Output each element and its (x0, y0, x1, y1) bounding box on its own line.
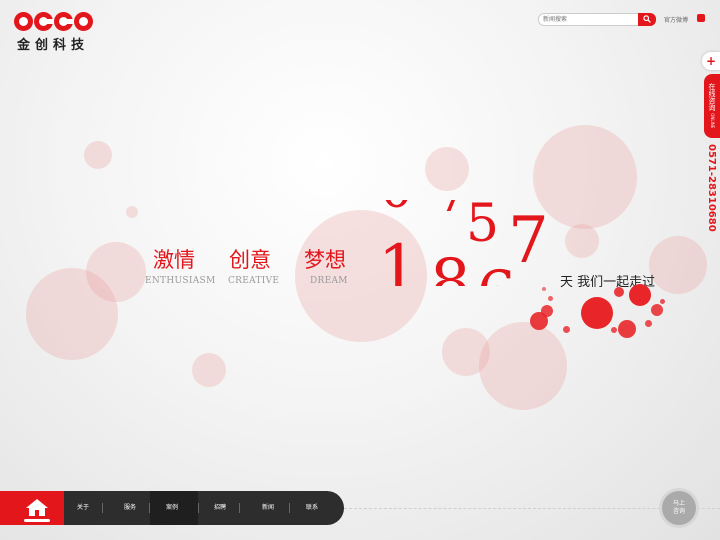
counter-digit: 7 (436, 200, 469, 224)
search-input[interactable] (538, 13, 642, 26)
consult-line2: 咨询 (672, 508, 685, 515)
search-button[interactable] (638, 13, 656, 26)
online-consult-tab[interactable]: 在线咨询 ONLINE (704, 74, 720, 138)
slogan-passion-en: ENTHUSIASM (145, 276, 216, 286)
online-consult-label-en: ONLINE (710, 113, 715, 129)
decor-dot (541, 305, 553, 317)
bg-bubble (425, 147, 469, 191)
logo-mark-c2 (54, 12, 74, 31)
slogan-dream-en: DREAM (310, 276, 348, 286)
decor-dot (611, 327, 617, 333)
bg-bubble (192, 353, 226, 387)
logo-mark-c (34, 12, 54, 31)
nav-divider (102, 503, 103, 513)
decor-dot (660, 299, 665, 304)
decor-dot (614, 287, 624, 297)
decor-dot (542, 287, 546, 291)
brand-logo[interactable]: 金创科技 (14, 12, 98, 53)
logo-mark (14, 12, 98, 31)
decor-dot (618, 320, 636, 338)
logo-mark-k (14, 12, 33, 31)
counter-digit: 5 (466, 200, 500, 254)
decor-dot (645, 320, 652, 327)
slogan-passion: 激情 (153, 248, 195, 272)
phone-number: 0571-28310680 (706, 144, 717, 232)
bg-bubble (84, 141, 112, 169)
nav-item-services[interactable]: 服务 (124, 491, 136, 525)
counter-digit: 6 (476, 258, 517, 286)
consult-now-label: 马上 咨询 (673, 500, 685, 516)
logo-mark-n (74, 12, 93, 31)
nav-item-contact[interactable]: 联系 (306, 491, 318, 525)
consult-line1: 马上 (672, 500, 685, 507)
nav-item-news[interactable]: 新闻 (262, 491, 274, 525)
brand-name: 金创科技 (17, 38, 90, 53)
online-consult-label: 在线咨询 (708, 83, 716, 112)
decor-dot (629, 284, 651, 306)
bg-bubble (126, 206, 138, 218)
day-counter: 0 7 5 7 1 8 6 (370, 200, 560, 286)
bg-bubble (649, 236, 707, 294)
nav-item-cases[interactable]: 案例 (166, 491, 178, 525)
slogan-dream: 梦想 (304, 248, 346, 272)
online-consult-panel: + 在线咨询 ONLINE 0571-28310680 (702, 52, 720, 240)
nav-item-about[interactable]: 关于 (77, 491, 89, 525)
slogan-creative: 创意 (229, 248, 271, 272)
nav-divider (239, 503, 240, 513)
bg-bubble (26, 268, 118, 360)
decor-dot (651, 304, 663, 316)
slogan-creative-en: CREATIVE (228, 276, 280, 286)
bg-bubble (565, 224, 599, 258)
nav-divider (198, 503, 199, 513)
main-nav: 关于 服务 案例 招聘 新闻 联系 (0, 491, 344, 525)
home-underline (24, 519, 50, 522)
search-box (538, 13, 656, 26)
search-icon (643, 15, 651, 23)
nav-divider (289, 503, 290, 513)
decor-dot (548, 296, 553, 301)
counter-digit: 0 (380, 200, 413, 220)
nav-divider (149, 503, 150, 513)
expand-icon[interactable]: + (702, 52, 720, 70)
decor-dot (581, 297, 613, 329)
weibo-link[interactable]: 官方微博 (664, 15, 688, 24)
home-button[interactable] (0, 491, 64, 525)
decor-dot (563, 326, 570, 333)
counter-digit: 8 (430, 246, 471, 286)
counter-digit: 1 (378, 232, 419, 286)
consult-now-button[interactable]: 马上 咨询 (662, 491, 696, 525)
home-icon (26, 499, 48, 516)
nav-item-jobs[interactable]: 招聘 (214, 491, 226, 525)
weibo-icon[interactable] (697, 14, 705, 22)
bg-bubble (479, 322, 567, 410)
